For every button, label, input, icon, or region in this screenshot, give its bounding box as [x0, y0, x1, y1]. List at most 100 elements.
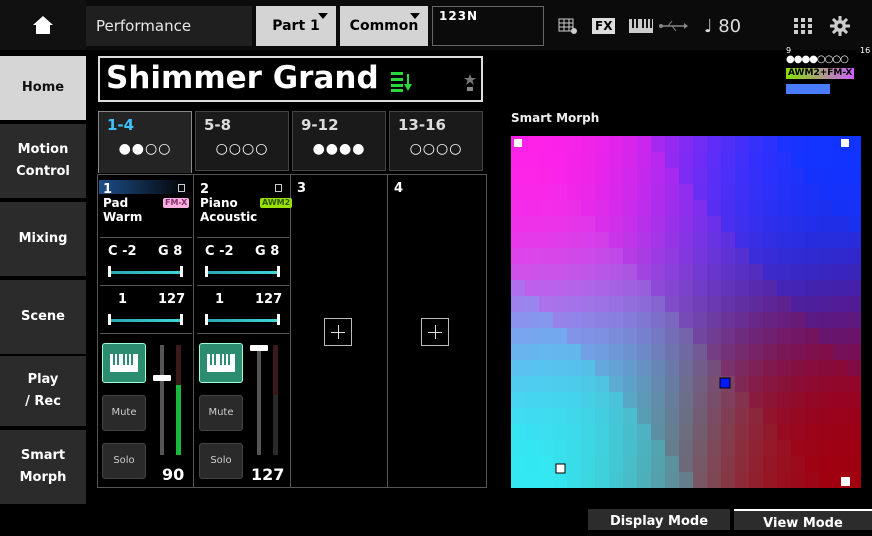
fx-icon[interactable]: FX: [592, 6, 616, 46]
morph-cell: [763, 184, 777, 200]
morph-cell: [595, 152, 609, 168]
note-range-slider[interactable]: [207, 271, 277, 274]
note-range-slider[interactable]: [110, 271, 180, 274]
morph-cell: [735, 392, 749, 408]
keyboard-icon[interactable]: [628, 6, 654, 46]
morph-cell: [651, 200, 665, 216]
common-select[interactable]: Common: [340, 6, 428, 46]
morph-cell: [511, 440, 525, 456]
morph-cell: [791, 184, 805, 200]
morph-cell: [581, 280, 595, 296]
morph-cell: [749, 392, 763, 408]
velocity-range-slider[interactable]: [207, 319, 277, 322]
grid-setting-icon[interactable]: [558, 6, 578, 46]
sort-icon[interactable]: [391, 72, 413, 96]
morph-cell: [623, 216, 637, 232]
note-range[interactable]: C -2 G 8: [100, 237, 192, 286]
note-range[interactable]: C -2 G 8: [197, 237, 289, 286]
morph-point-bottom-right[interactable]: [841, 477, 850, 486]
add-part-button[interactable]: [324, 318, 352, 346]
morph-cursor[interactable]: [719, 377, 731, 389]
tab-parts-1-4[interactable]: 1-4 ●●○○: [98, 111, 192, 173]
mixer-badge-icon: [786, 84, 830, 94]
smart-morph-map[interactable]: [511, 136, 861, 488]
nav-home[interactable]: Home: [0, 56, 86, 122]
morph-cell: [707, 232, 721, 248]
view-mode-button[interactable]: View Mode: [734, 509, 872, 531]
tab-parts-13-16[interactable]: 13-16 ○○○○: [389, 111, 483, 171]
solo-button[interactable]: Solo: [199, 443, 243, 479]
nav-scene[interactable]: Scene: [0, 280, 86, 356]
nav-play-rec[interactable]: Play / Rec: [0, 356, 86, 428]
part-name-area[interactable]: 1 Pad Warm FM-X: [99, 180, 191, 238]
part-name-area[interactable]: 2 Piano Acoustic AWM2: [196, 180, 293, 238]
keyboard-control-button[interactable]: [102, 343, 146, 383]
morph-cell: [749, 200, 763, 216]
morph-cell: [735, 264, 749, 280]
mute-button[interactable]: Mute: [199, 395, 243, 431]
settings-gear-icon[interactable]: [830, 6, 850, 46]
morph-point-top-right[interactable]: [841, 139, 849, 147]
velocity-range[interactable]: 1 127: [100, 285, 192, 334]
tab-parts-5-8[interactable]: 5-8 ○○○○: [195, 111, 289, 171]
tempo-display[interactable]: ♩ 80: [704, 6, 741, 46]
morph-point-top-left[interactable]: [514, 139, 522, 147]
part-number: 2: [200, 182, 210, 197]
morph-cell: [833, 360, 847, 376]
slider-cap-high: [277, 266, 280, 277]
volume-fader-knob[interactable]: [153, 375, 171, 382]
morph-cell: [749, 472, 763, 488]
morph-cell: [833, 344, 847, 360]
morph-cell: [833, 152, 847, 168]
morph-cell: [819, 392, 833, 408]
nav-smart-morph[interactable]: Smart Morph: [0, 430, 86, 506]
morph-cell: [637, 296, 651, 312]
morph-cell: [609, 248, 623, 264]
nav-motion-control[interactable]: Motion Control: [0, 124, 86, 200]
morph-cell: [511, 392, 525, 408]
mute-button[interactable]: Mute: [102, 395, 146, 431]
favorite-star-icon[interactable]: [464, 74, 476, 96]
nav-mixing[interactable]: Mixing: [0, 202, 86, 278]
morph-cell: [749, 312, 763, 328]
morph-cell: [735, 168, 749, 184]
home-button[interactable]: [0, 0, 86, 50]
part-select[interactable]: Part 1: [256, 6, 336, 46]
morph-cell: [721, 152, 735, 168]
morph-cell: [651, 424, 665, 440]
volume-fader-track[interactable]: [160, 345, 164, 455]
morph-cell: [693, 440, 707, 456]
grid-menu-icon[interactable]: [794, 6, 812, 46]
morph-cell: [581, 216, 595, 232]
morph-cell: [609, 328, 623, 344]
solo-button[interactable]: Solo: [102, 443, 146, 479]
display-mode-button[interactable]: Display Mode: [588, 509, 730, 530]
morph-cell: [511, 328, 525, 344]
morph-cell: [707, 424, 721, 440]
velocity-range-slider[interactable]: [110, 319, 180, 322]
part-column-2: 2 Piano Acoustic AWM2 C -2 G 8 1 127 Mut…: [195, 175, 293, 487]
morph-cell: [805, 456, 819, 472]
performance-name[interactable]: Shimmer Grand: [98, 56, 483, 102]
morph-cell: [805, 424, 819, 440]
part-column-1: 1 Pad Warm FM-X C -2 G 8 1 127 Mute Solo: [98, 175, 194, 487]
volume-fader-knob[interactable]: [250, 345, 268, 351]
tab-label: 13-16: [398, 116, 446, 134]
performance-number-box[interactable]: 123N: [432, 6, 544, 46]
add-part-button[interactable]: [421, 318, 449, 346]
morph-cell: [707, 280, 721, 296]
morph-cell: [833, 264, 847, 280]
note-high: G 8: [158, 244, 183, 259]
morph-cell: [525, 200, 539, 216]
tab-parts-9-12[interactable]: 9-12 ●●●●: [292, 111, 386, 171]
volume-fader-track[interactable]: [257, 345, 261, 455]
keyboard-control-button[interactable]: [199, 343, 243, 383]
velocity-range[interactable]: 1 127: [197, 285, 289, 334]
velocity-low: 1: [215, 292, 225, 307]
morph-cell: [679, 200, 693, 216]
morph-point-bottom-left[interactable]: [555, 463, 566, 474]
morph-cell: [735, 184, 749, 200]
home-icon: [33, 16, 53, 34]
morph-cell: [749, 184, 763, 200]
part-volume: 127: [251, 465, 285, 484]
